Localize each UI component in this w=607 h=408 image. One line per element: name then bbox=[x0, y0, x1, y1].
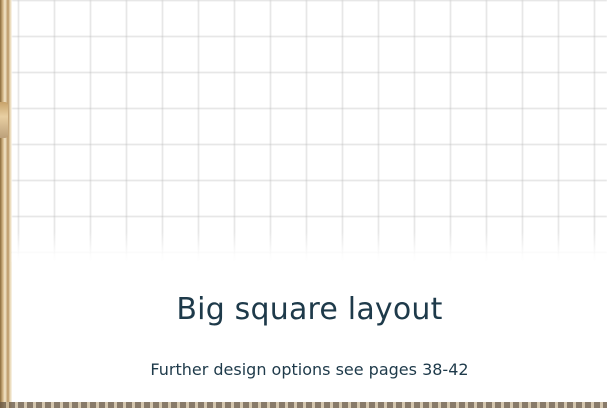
page-tab bbox=[0, 102, 8, 138]
grid-fade bbox=[12, 232, 607, 262]
caption-title: Big square layout bbox=[176, 292, 443, 327]
caption-panel: Big square layout Further design options… bbox=[12, 262, 607, 402]
binding-spine bbox=[0, 0, 12, 408]
square-grid-page bbox=[12, 0, 607, 262]
bottom-edge bbox=[0, 402, 607, 408]
caption-subtitle: Further design options see pages 38-42 bbox=[150, 360, 469, 379]
